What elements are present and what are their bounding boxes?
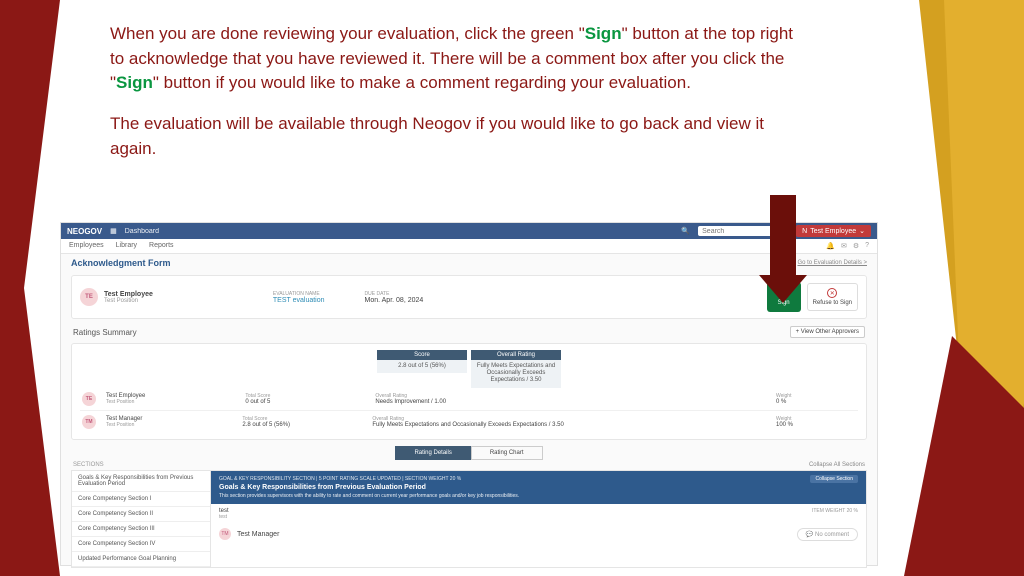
bell-icon[interactable]: 🔔 bbox=[826, 242, 835, 250]
tab-rating-details[interactable]: Rating Details bbox=[395, 446, 470, 460]
section-nav-item[interactable]: Core Competency Section III bbox=[72, 522, 210, 537]
bookmark-icon: ▦ bbox=[110, 227, 117, 235]
tab-rating-chart[interactable]: Rating Chart bbox=[471, 446, 543, 460]
avatar: TE bbox=[80, 288, 98, 306]
refuse-sign-button[interactable]: ✕ Refuse to Sign bbox=[807, 283, 858, 311]
comment-icon: 💬 bbox=[806, 532, 813, 538]
employee-position: Test Position bbox=[104, 298, 153, 304]
ratings-summary-card: Score 2.8 out of 5 (56%) Overall Rating … bbox=[71, 343, 867, 440]
employee-name: Test Employee bbox=[104, 291, 153, 298]
section-nav-item[interactable]: Core Competency Section I bbox=[72, 492, 210, 507]
section-nav-item[interactable]: Core Competency Section II bbox=[72, 507, 210, 522]
view-other-approvers-button[interactable]: + View Other Approvers bbox=[790, 326, 865, 338]
item-weight: ITEM WEIGHT 20 % bbox=[812, 508, 858, 520]
sign-word: Sign bbox=[585, 24, 622, 43]
sections-label: SECTIONS bbox=[73, 462, 104, 468]
collapse-all-button[interactable]: Collapse All Sections bbox=[809, 462, 865, 468]
sub-navigation: Employees Library Reports 🔔 ✉ ⚙ ? bbox=[61, 239, 877, 254]
subnav-employees[interactable]: Employees bbox=[69, 242, 104, 250]
collapse-section-button[interactable]: Collapse Section bbox=[810, 475, 858, 483]
brand-logo: NEOGOV bbox=[67, 227, 102, 236]
employee-header-card: TE Test Employee Test Position EVALUATIO… bbox=[71, 275, 867, 319]
rating-row: TE Test Employee Test Position Total Sco… bbox=[80, 388, 858, 411]
neogov-app-screenshot: NEOGOV ▦ Dashboard 🔍 N Test Employee ⌄ E… bbox=[60, 222, 878, 566]
mail-icon[interactable]: ✉ bbox=[841, 242, 847, 250]
subnav-reports[interactable]: Reports bbox=[149, 242, 174, 250]
dashboard-link[interactable]: Dashboard bbox=[125, 228, 159, 235]
help-icon[interactable]: ? bbox=[865, 242, 869, 250]
manager-name: Test Manager bbox=[237, 531, 279, 538]
avatar: TM bbox=[219, 528, 231, 540]
app-topbar: NEOGOV ▦ Dashboard 🔍 N Test Employee ⌄ bbox=[61, 223, 877, 239]
close-icon: ✕ bbox=[827, 288, 837, 298]
subnav-library[interactable]: Library bbox=[116, 242, 137, 250]
user-menu[interactable]: N Test Employee ⌄ bbox=[796, 225, 871, 237]
overall-rating-value: Fully Meets Expectations and Occasionall… bbox=[471, 360, 561, 388]
section-banner: GOAL & KEY RESPONSIBILITY SECTION | 5 PO… bbox=[211, 471, 866, 504]
gear-icon[interactable]: ⚙ bbox=[853, 242, 859, 250]
goal-item-name: test bbox=[219, 508, 229, 514]
section-nav-item[interactable]: Goals & Key Responsibilities from Previo… bbox=[72, 471, 210, 492]
instruction-text: When you are done reviewing your evaluat… bbox=[110, 22, 800, 161]
search-icon: 🔍 bbox=[681, 227, 690, 235]
due-date: Mon. Apr. 08, 2024 bbox=[365, 297, 424, 304]
score-value: 2.8 out of 5 (56%) bbox=[377, 360, 467, 373]
section-content: GOAL & KEY RESPONSIBILITY SECTION | 5 PO… bbox=[211, 470, 867, 568]
chevron-down-icon: ⌄ bbox=[859, 227, 865, 235]
section-nav-item[interactable]: Updated Performance Goal Planning bbox=[72, 552, 210, 567]
ratings-summary-title: Ratings Summary bbox=[73, 328, 137, 337]
comment-field[interactable]: 💬 No comment bbox=[797, 528, 858, 541]
evaluation-name-link[interactable]: TEST evaluation bbox=[273, 297, 325, 304]
section-nav-item[interactable]: Core Competency Section IV bbox=[72, 537, 210, 552]
overall-rating-header: Overall Rating bbox=[471, 350, 561, 360]
section-nav: Goals & Key Responsibilities from Previo… bbox=[71, 470, 211, 568]
score-header: Score bbox=[377, 350, 467, 360]
pointer-arrow bbox=[770, 195, 807, 303]
page-title: Acknowledgment Form bbox=[71, 258, 171, 268]
rating-row: TM Test Manager Test Position Total Scor… bbox=[80, 411, 858, 433]
evaluation-details-link[interactable]: Go to Evaluation Details > bbox=[797, 260, 867, 266]
